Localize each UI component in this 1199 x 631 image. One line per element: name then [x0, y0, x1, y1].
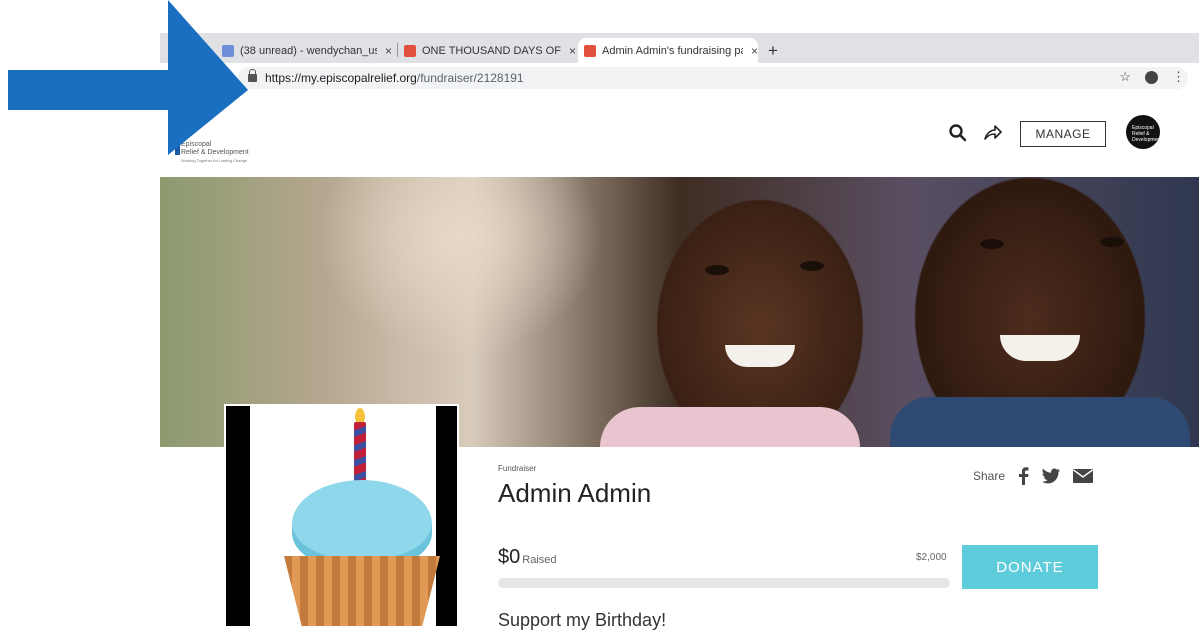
share-icon[interactable]: [983, 123, 1003, 143]
manage-button[interactable]: MANAGE: [1020, 121, 1106, 147]
menu-icon[interactable]: ⋮: [1172, 69, 1185, 85]
tab-separator: [397, 43, 398, 57]
address-bar: https://my.episcopalrelief.org/fundraise…: [160, 63, 1199, 94]
url-path: /fundraiser/2128191: [416, 71, 524, 85]
star-icon[interactable]: ☆: [1119, 69, 1131, 85]
facebook-icon[interactable]: [1017, 467, 1029, 485]
close-icon[interactable]: ×: [385, 44, 392, 58]
email-icon[interactable]: [1073, 468, 1094, 484]
tab-title: ONE THOUSAND DAYS OF LO: [422, 44, 561, 57]
cupcake-frosting: [292, 480, 432, 568]
goal-amount: $2,000: [916, 552, 947, 563]
new-tab-button[interactable]: +: [768, 41, 778, 61]
annotation-arrow: [8, 0, 248, 155]
search-icon[interactable]: [948, 123, 968, 143]
account-icon[interactable]: [1145, 71, 1158, 84]
close-icon[interactable]: ×: [751, 44, 758, 58]
browser-window: (38 unread) - wendychan_us@ × ONE THOUSA…: [160, 33, 1199, 94]
raised-value: $0: [498, 546, 521, 568]
twitter-icon[interactable]: [1041, 468, 1061, 484]
tab-fundraising[interactable]: Admin Admin's fundraising pag ×: [578, 38, 758, 63]
url-host: https://my.episcopalrelief.org: [265, 71, 417, 85]
raised-amount: $0 Raised: [498, 546, 557, 569]
share-bar: Share: [973, 467, 1094, 485]
donate-button[interactable]: DONATE: [962, 545, 1098, 589]
fundraiser-label: Fundraiser: [498, 464, 537, 473]
lock-icon: [248, 69, 257, 82]
progress-bar: [498, 578, 950, 588]
candle: [354, 422, 366, 488]
close-icon[interactable]: ×: [569, 44, 576, 58]
site-icon: [584, 44, 596, 57]
share-label: Share: [973, 469, 1006, 483]
tab-title: (38 unread) - wendychan_us@: [240, 44, 377, 57]
cupcake-base: [284, 556, 440, 626]
tab-title: Admin Admin's fundraising pag: [602, 44, 743, 57]
url-field[interactable]: https://my.episcopalrelief.org/fundraise…: [238, 67, 1188, 89]
raised-label: Raised: [522, 554, 557, 566]
tab-thousand-days[interactable]: ONE THOUSAND DAYS OF LO ×: [404, 38, 576, 63]
avatar[interactable]: Episcopal Relief & Development: [1126, 115, 1160, 149]
site-icon: [404, 44, 416, 57]
profile-image: [224, 404, 459, 628]
fundraiser-name: Admin Admin: [498, 478, 652, 508]
tab-bar: (38 unread) - wendychan_us@ × ONE THOUSA…: [160, 33, 1199, 63]
address-bar-icons: ☆ ⋮: [1119, 69, 1185, 85]
site-header: Episcopal Relief & Development Working T…: [160, 93, 1199, 177]
